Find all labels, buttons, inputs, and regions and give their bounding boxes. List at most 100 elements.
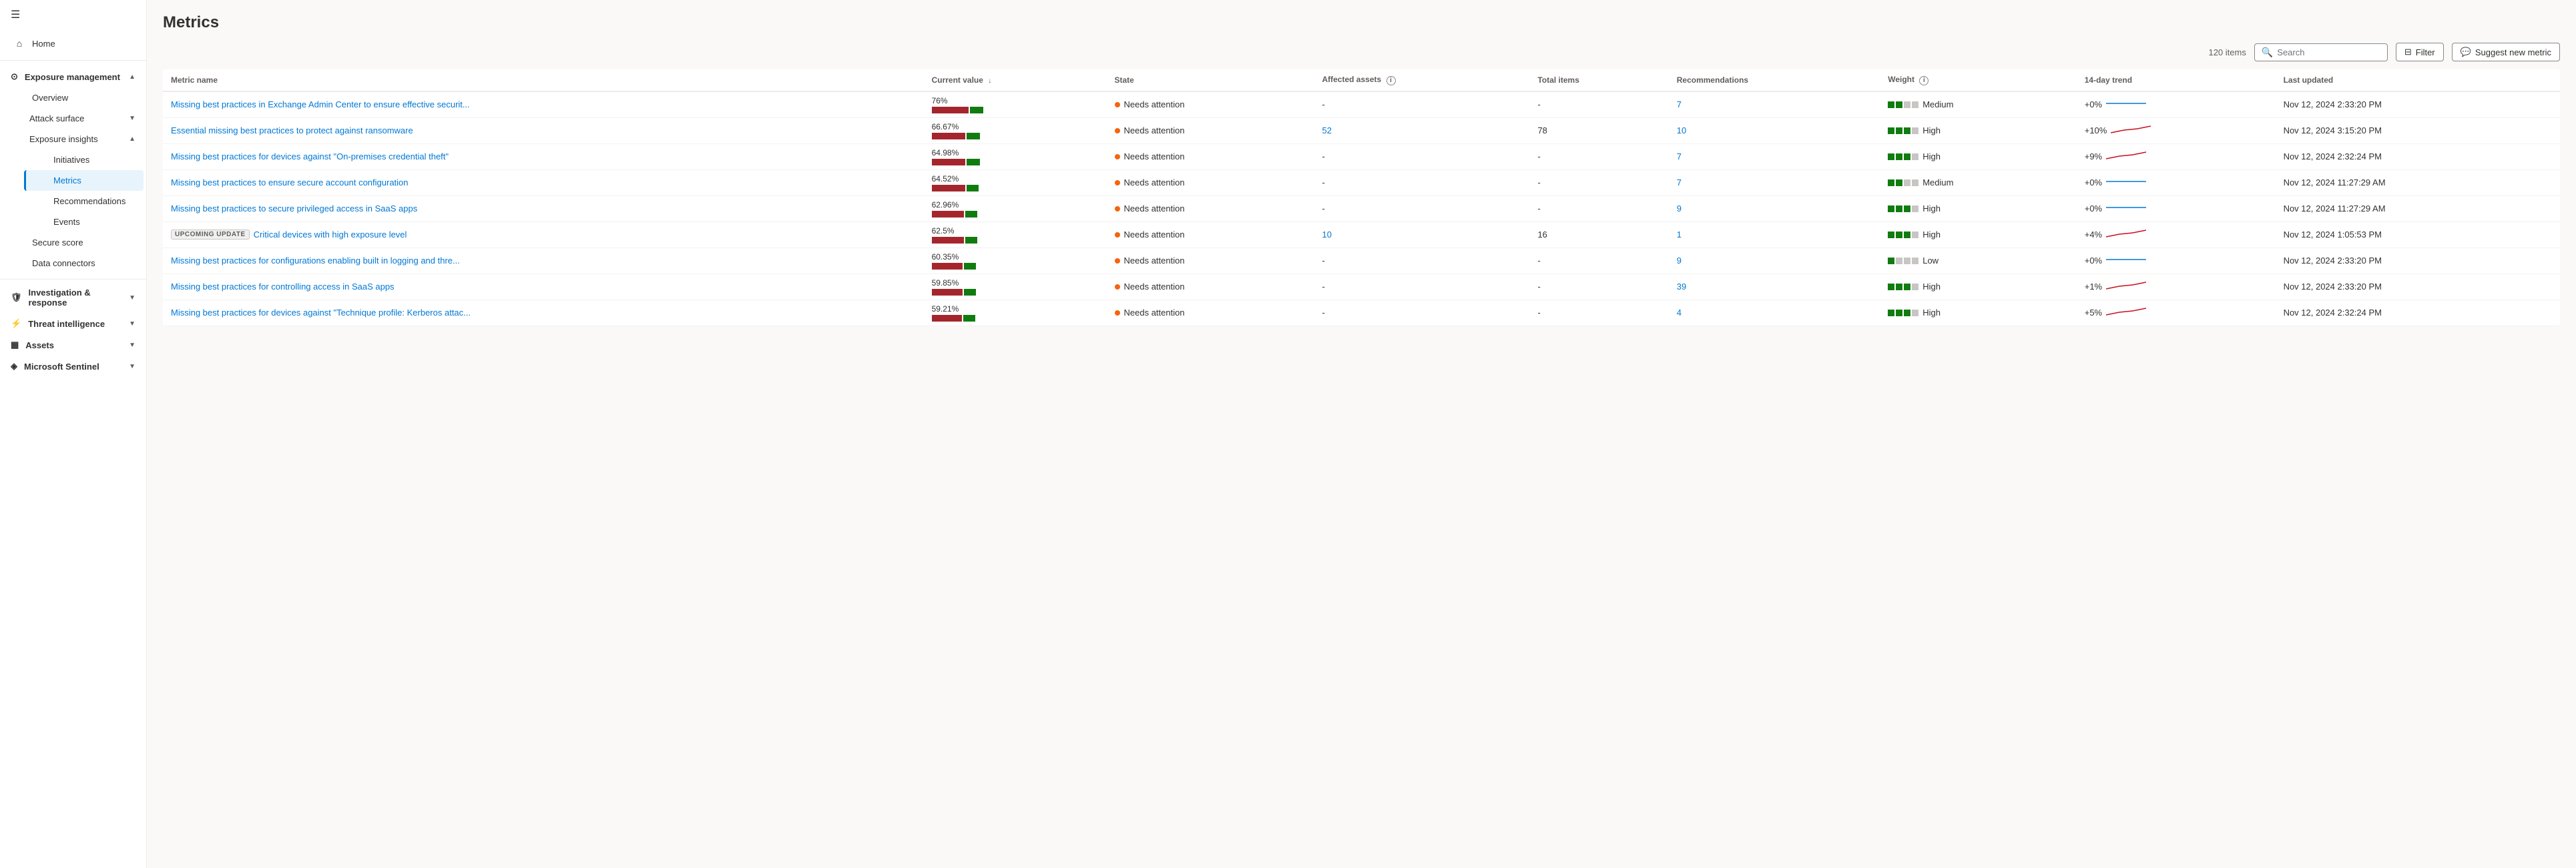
progress-bar (932, 315, 1099, 322)
table-row: Missing best practices in Exchange Admin… (163, 91, 2560, 118)
metric-name-link[interactable]: Missing best practices to secure privile… (171, 203, 417, 213)
weight-square (1904, 179, 1910, 186)
affected-assets-cell[interactable]: 10 (1314, 222, 1529, 248)
metrics-table: Metric name Current value ↓ State Affect… (163, 69, 2560, 326)
sidebar-item-events[interactable]: Events (24, 211, 144, 232)
recommendations-link[interactable]: 7 (1677, 151, 1682, 161)
metric-name-cell[interactable]: Essential missing best practices to prot… (163, 117, 924, 143)
sidebar-group-threat-intelligence[interactable]: ⚡ Threat intelligence ▼ (0, 313, 146, 334)
col-header-affected-assets[interactable]: Affected assets i (1314, 69, 1529, 91)
recommendations-cell[interactable]: 7 (1669, 169, 1880, 195)
metric-name-cell[interactable]: Missing best practices to ensure secure … (163, 169, 924, 195)
metric-name-cell[interactable]: Missing best practices in Exchange Admin… (163, 91, 924, 118)
col-header-trend[interactable]: 14-day trend (2077, 69, 2276, 91)
recommendations-cell[interactable]: 9 (1669, 195, 1880, 222)
col-header-metric-name[interactable]: Metric name (163, 69, 924, 91)
recommendations-cell[interactable]: 4 (1669, 300, 1880, 326)
sidebar-item-secure-score[interactable]: Secure score (13, 232, 144, 253)
recommendations-cell[interactable]: 7 (1669, 143, 1880, 169)
recommendations-cell[interactable]: 7 (1669, 91, 1880, 118)
affected-assets-link[interactable]: 52 (1322, 125, 1331, 135)
affected-assets-info-icon[interactable]: i (1386, 76, 1396, 85)
filter-button[interactable]: ⊟ Filter (2396, 43, 2444, 61)
recommendations-link[interactable]: 7 (1677, 99, 1682, 109)
weight-square (1888, 205, 1894, 212)
last-updated-cell: Nov 12, 2024 3:15:20 PM (2276, 117, 2560, 143)
sidebar-item-metrics[interactable]: Metrics (24, 170, 144, 191)
weight-square (1912, 205, 1918, 212)
weight-square (1896, 310, 1902, 316)
recommendations-link[interactable]: 7 (1677, 177, 1682, 187)
sidebar-item-home[interactable]: ⌂ Home (3, 32, 144, 55)
affected-assets-cell[interactable]: 52 (1314, 117, 1529, 143)
metric-name-cell[interactable]: Missing best practices for controlling a… (163, 274, 924, 300)
metric-name-link[interactable]: Missing best practices for devices again… (171, 151, 449, 161)
recommendations-cell[interactable]: 9 (1669, 248, 1880, 274)
weight-square (1888, 310, 1894, 316)
progress-bar (932, 185, 1099, 191)
weight-square (1888, 153, 1894, 160)
progress-green-bar (967, 185, 979, 191)
total-items-text: - (1537, 308, 1540, 318)
trend-chart (2106, 149, 2146, 163)
weight-info-icon[interactable]: i (1919, 76, 1928, 85)
secure-score-label: Secure score (32, 238, 83, 248)
recommendations-link[interactable]: 39 (1677, 282, 1686, 292)
metric-name-link[interactable]: Missing best practices in Exchange Admin… (171, 99, 470, 109)
trend-chart (2106, 201, 2146, 215)
page-title: Metrics (163, 13, 2560, 32)
progress-bar (932, 211, 1099, 218)
search-box[interactable]: 🔍 (2254, 43, 2388, 61)
metric-name-cell[interactable]: Missing best practices for configuration… (163, 248, 924, 274)
weight-square (1888, 179, 1894, 186)
recommendations-link[interactable]: 10 (1677, 125, 1686, 135)
state-text: Needs attention (1124, 282, 1185, 292)
col-header-weight[interactable]: Weight i (1880, 69, 2077, 91)
recommendations-cell[interactable]: 39 (1669, 274, 1880, 300)
col-header-state[interactable]: State (1107, 69, 1314, 91)
metric-name-cell[interactable]: Missing best practices for devices again… (163, 300, 924, 326)
sidebar-hamburger[interactable]: ☰ (0, 0, 146, 29)
state-text: Needs attention (1124, 125, 1185, 135)
metric-name-cell[interactable]: Missing best practices for devices again… (163, 143, 924, 169)
metric-name-link[interactable]: Missing best practices for controlling a… (171, 282, 395, 292)
sidebar-item-recommendations[interactable]: Recommendations (24, 191, 144, 211)
sidebar-group-investigation[interactable]: 🛡 Investigation & response ▼ (0, 282, 146, 313)
affected-assets-link[interactable]: 10 (1322, 230, 1331, 240)
recommendations-link[interactable]: 1 (1677, 230, 1682, 240)
col-header-recommendations[interactable]: Recommendations (1669, 69, 1880, 91)
total-items-text: - (1537, 203, 1540, 213)
weight-cell: High (1880, 274, 2077, 300)
metric-name-link[interactable]: Missing best practices for configuration… (171, 256, 460, 266)
table-row: Missing best practices for configuration… (163, 248, 2560, 274)
recommendations-link[interactable]: 9 (1677, 203, 1682, 213)
current-value-cell: 59.85% (924, 274, 1107, 300)
col-header-last-updated[interactable]: Last updated (2276, 69, 2560, 91)
sidebar-group-attack-surface[interactable]: Attack surface ▼ (11, 108, 146, 129)
suggest-button[interactable]: 💬 Suggest new metric (2452, 43, 2560, 61)
metric-name-cell[interactable]: UPCOMING UPDATE Critical devices with hi… (163, 222, 924, 248)
metric-name-cell[interactable]: Missing best practices to secure privile… (163, 195, 924, 222)
chevron-down3-icon: ▼ (129, 320, 136, 328)
recommendations-link[interactable]: 4 (1677, 308, 1682, 318)
state-text: Needs attention (1124, 203, 1185, 213)
metric-name-link[interactable]: Missing best practices to ensure secure … (171, 177, 409, 187)
recommendations-cell[interactable]: 1 (1669, 222, 1880, 248)
col-header-total-items[interactable]: Total items (1529, 69, 1668, 91)
sidebar-group-exposure-insights[interactable]: Exposure insights ▲ (11, 129, 146, 149)
sidebar-group-assets[interactable]: ▦ Assets ▼ (0, 334, 146, 356)
sidebar-item-overview[interactable]: Overview (13, 87, 144, 108)
metric-name-link[interactable]: Missing best practices for devices again… (171, 308, 471, 318)
recommendations-cell[interactable]: 10 (1669, 117, 1880, 143)
sidebar-item-initiatives[interactable]: Initiatives (24, 149, 144, 170)
col-header-current-value[interactable]: Current value ↓ (924, 69, 1107, 91)
sidebar-item-data-connectors[interactable]: Data connectors (13, 253, 144, 274)
metric-name-link[interactable]: Essential missing best practices to prot… (171, 125, 413, 135)
recommendations-link[interactable]: 9 (1677, 256, 1682, 266)
weight-square (1904, 232, 1910, 238)
sidebar-group-sentinel[interactable]: ◈ Microsoft Sentinel ▼ (0, 356, 146, 377)
current-value-text: 64.98% (932, 148, 1099, 157)
sidebar-group-exposure-management[interactable]: ⊙ Exposure management ▲ (0, 66, 146, 87)
metric-name-link[interactable]: Critical devices with high exposure leve… (254, 230, 407, 240)
search-input[interactable] (2277, 47, 2380, 57)
